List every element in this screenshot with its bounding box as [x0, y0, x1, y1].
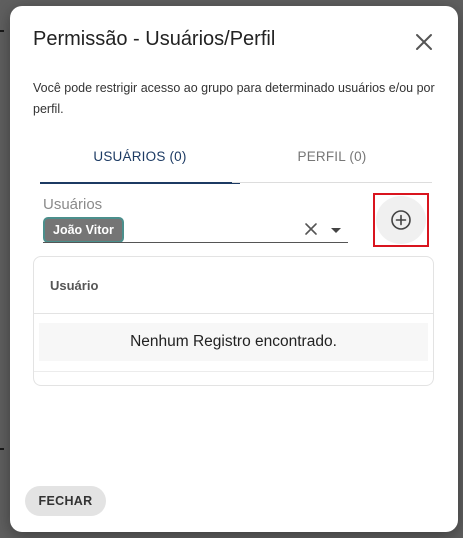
table-empty-message: Nenhum Registro encontrado.: [39, 323, 428, 361]
table-footer-divider: [34, 371, 433, 372]
dialog-title: Permissão - Usuários/Perfil: [33, 28, 276, 50]
close-button[interactable]: FECHAR: [25, 486, 106, 516]
tab-users[interactable]: USUÁRIOS (0): [40, 144, 240, 184]
users-dropdown-toggle[interactable]: [328, 222, 344, 238]
add-user-button[interactable]: [376, 196, 426, 244]
close-icon: [305, 223, 317, 235]
tab-profile[interactable]: PERFIL (0): [232, 144, 432, 183]
backdrop-fragment: [0, 30, 4, 32]
clear-selection-button[interactable]: [302, 220, 320, 238]
close-icon: [416, 34, 432, 50]
table-header-user: Usuário: [34, 257, 433, 314]
backdrop-fragment: [0, 448, 4, 450]
users-field-label: Usuários: [43, 196, 103, 213]
permission-dialog: Permissão - Usuários/Perfil Você pode re…: [10, 6, 458, 532]
users-field-underline: [43, 242, 348, 243]
add-circle-icon: [391, 210, 411, 230]
close-dialog-button[interactable]: [412, 30, 436, 54]
caret-down-icon: [331, 228, 341, 233]
dialog-description: Você pode restrigir acesso ao grupo para…: [33, 81, 435, 116]
users-table: Usuário Nenhum Registro encontrado.: [33, 256, 434, 386]
selected-user-chip[interactable]: João Vitor: [43, 217, 124, 243]
